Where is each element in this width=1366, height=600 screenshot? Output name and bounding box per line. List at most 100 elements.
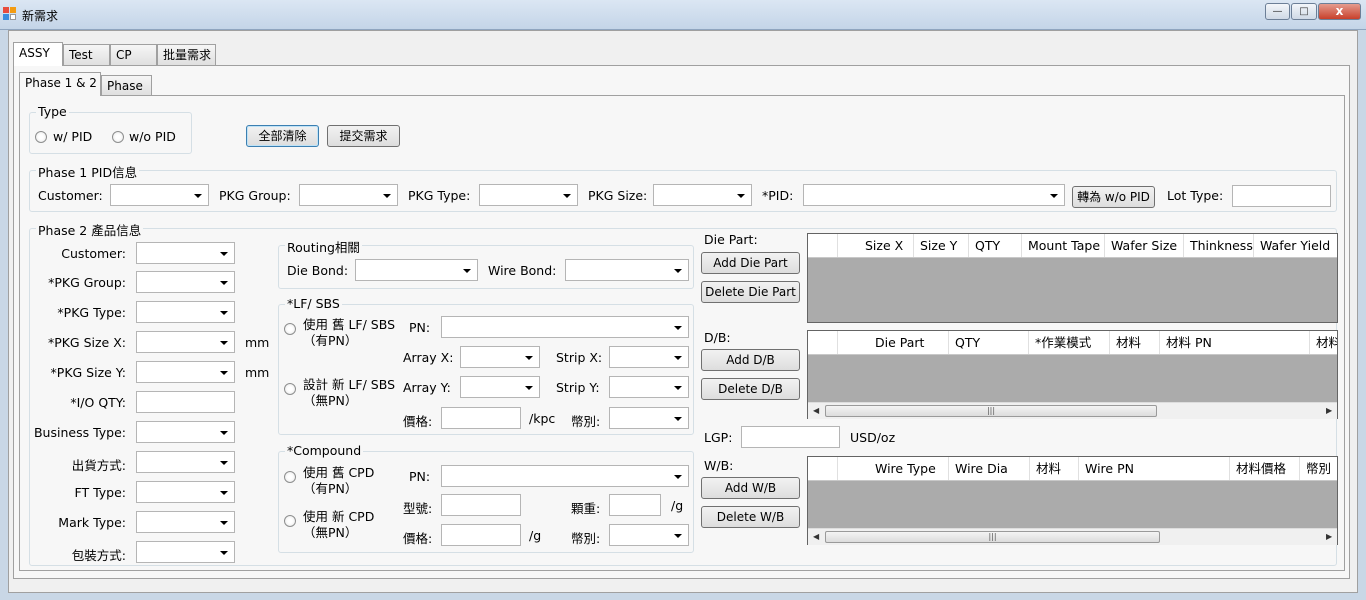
cpd-price-field[interactable] [441, 524, 521, 546]
radio-use-old-lf[interactable] [284, 323, 296, 335]
tab-assy[interactable]: ASSY [13, 42, 63, 66]
radio-without-pid[interactable] [112, 131, 124, 143]
col-material[interactable]: 材料 [1110, 331, 1160, 354]
col-qty[interactable]: QTY [949, 331, 1029, 354]
col-size-x[interactable]: Size X [859, 234, 914, 257]
maximize-button[interactable]: □ [1291, 3, 1317, 20]
delete-db-button[interactable]: Delete D/B [701, 378, 800, 400]
radio-with-pid[interactable] [35, 131, 47, 143]
minimize-button[interactable]: — [1265, 3, 1290, 20]
p1-pkg-size-combo[interactable] [653, 184, 752, 206]
lf-currency-combo[interactable] [609, 407, 689, 429]
col-material-pn[interactable]: 材料 PN [1160, 331, 1310, 354]
p2-pkg-group-combo[interactable] [136, 271, 235, 293]
p1-pkg-size-label: PKG Size: [588, 188, 648, 203]
tab-test[interactable]: Test [63, 44, 110, 66]
col-wire-dia[interactable]: Wire Dia [949, 457, 1030, 480]
die-part-grid[interactable]: Size X Size Y QTY Mount Tape Wafer Size … [807, 233, 1338, 323]
col-wafer-yield[interactable]: Wafer Yield [1254, 234, 1337, 257]
array-x-combo[interactable] [460, 346, 540, 368]
lf-price-field[interactable] [441, 407, 521, 429]
scroll-thumb[interactable]: ||| [825, 405, 1157, 417]
col-mount-tape[interactable]: Mount Tape [1022, 234, 1105, 257]
strip-y-label: Strip Y: [556, 380, 600, 395]
scroll-right-icon[interactable]: ▶ [1326, 406, 1332, 415]
p2-io-qty-field[interactable] [136, 391, 235, 413]
p2-shipping-method-combo[interactable] [136, 451, 235, 473]
col-qty[interactable]: QTY [969, 234, 1022, 257]
cpd-model-field[interactable] [441, 494, 521, 516]
p2-pkg-size-x-combo[interactable] [136, 331, 235, 353]
array-y-combo[interactable] [460, 376, 540, 398]
strip-x-combo[interactable] [609, 346, 689, 368]
p1-lot-type-field[interactable] [1232, 185, 1331, 207]
radio-use-new-cpd[interactable] [284, 515, 296, 527]
radio-design-new-lf[interactable] [284, 383, 296, 395]
p2-business-type-combo[interactable] [136, 421, 235, 443]
p2-customer-combo[interactable] [136, 242, 235, 264]
radio-use-old-cpd[interactable] [284, 471, 296, 483]
col-material-2[interactable]: 材料 [1310, 331, 1337, 354]
lf-price-label: 價格: [403, 414, 433, 429]
add-db-button[interactable]: Add D/B [701, 349, 800, 371]
db-grid-header: Die Part QTY *作業模式 材料 材料 PN 材料 [808, 331, 1337, 355]
p2-mark-type-combo[interactable] [136, 511, 235, 533]
p2-pkg-type-combo[interactable] [136, 301, 235, 323]
lf-pn-combo[interactable] [441, 316, 689, 338]
p1-pkg-group-combo[interactable] [299, 184, 398, 206]
tab-cp[interactable]: CP [110, 44, 157, 66]
col-wire-type[interactable]: Wire Type [869, 457, 949, 480]
col-currency[interactable]: 幣別 [1300, 457, 1337, 480]
subtab-phase3[interactable]: Phase 3 [101, 75, 152, 113]
col-wafer-size[interactable]: Wafer Size [1105, 234, 1184, 257]
clear-all-button[interactable]: 全部清除 [246, 125, 319, 147]
radio-without-pid-label: w/o PID [129, 129, 176, 144]
col-die-part[interactable]: Die Part [869, 331, 949, 354]
strip-y-combo[interactable] [609, 376, 689, 398]
col-material-price[interactable]: 材料價格 [1230, 457, 1300, 480]
scroll-left-icon[interactable]: ◀ [813, 406, 819, 415]
lf-unit-kpc: /kpc [529, 411, 556, 426]
db-grid[interactable]: Die Part QTY *作業模式 材料 材料 PN 材料 ◀ ||| ▶ [807, 330, 1338, 419]
p1-pid-combo[interactable] [803, 184, 1065, 206]
p2-ft-type-label: FT Type: [74, 485, 126, 500]
use-old-lf-sub: （有PN） [303, 333, 358, 348]
p2-pkg-size-x-unit: mm [245, 335, 270, 350]
col-size-y[interactable]: Size Y [914, 234, 969, 257]
cpd-price-label: 價格: [403, 531, 433, 546]
wb-grid[interactable]: Wire Type Wire Dia 材料 Wire PN 材料價格 幣別 ◀ … [807, 456, 1338, 545]
p1-customer-combo[interactable] [110, 184, 209, 206]
add-die-part-button[interactable]: Add Die Part [701, 252, 800, 274]
subtab-phase12[interactable]: Phase 1 & 2 [19, 72, 101, 96]
col-wire-pn[interactable]: Wire PN [1079, 457, 1230, 480]
col-operation-mode[interactable]: *作業模式 [1029, 331, 1110, 354]
wire-bond-combo[interactable] [565, 259, 689, 281]
submit-request-button[interactable]: 提交需求 [327, 125, 400, 147]
scroll-thumb[interactable]: ||| [825, 531, 1160, 543]
tab-batch[interactable]: 批量需求 [157, 44, 216, 66]
p1-pkg-type-combo[interactable] [479, 184, 578, 206]
db-hscrollbar[interactable]: ◀ ||| ▶ [808, 402, 1337, 419]
cpd-weight-field[interactable] [609, 494, 661, 516]
cpd-pn-combo[interactable] [441, 465, 689, 487]
p2-pkg-size-x-label: *PKG Size X: [47, 335, 126, 350]
scroll-left-icon[interactable]: ◀ [813, 532, 819, 541]
cpd-currency-combo[interactable] [609, 524, 689, 546]
die-part-grid-header: Size X Size Y QTY Mount Tape Wafer Size … [808, 234, 1337, 258]
to-wo-pid-button[interactable]: 轉為 w/o PID [1072, 186, 1155, 208]
delete-die-part-button[interactable]: Delete Die Part [701, 281, 800, 303]
lgp-field[interactable] [741, 426, 840, 448]
add-wb-button[interactable]: Add W/B [701, 477, 800, 499]
p2-ft-type-combo[interactable] [136, 481, 235, 503]
wb-hscrollbar[interactable]: ◀ ||| ▶ [808, 528, 1337, 545]
scroll-right-icon[interactable]: ▶ [1326, 532, 1332, 541]
close-button[interactable]: x [1318, 3, 1361, 20]
wb-title: W/B: [704, 458, 734, 473]
p2-pkg-size-y-combo[interactable] [136, 361, 235, 383]
wire-bond-label: Wire Bond: [488, 263, 557, 278]
col-material[interactable]: 材料 [1030, 457, 1079, 480]
p2-packing-method-combo[interactable] [136, 541, 235, 563]
col-thinkness[interactable]: Thinkness [1184, 234, 1254, 257]
delete-wb-button[interactable]: Delete W/B [701, 506, 800, 528]
die-bond-combo[interactable] [355, 259, 478, 281]
